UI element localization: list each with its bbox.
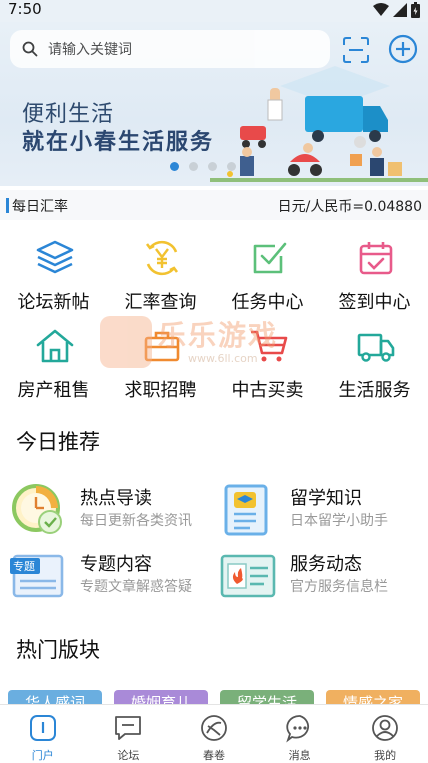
rec-item-subtitle: 官方服务信息栏 bbox=[290, 579, 388, 595]
exchange-value: 日元/人民币=0.04880 bbox=[277, 199, 422, 215]
tab-messages[interactable]: 消息 bbox=[257, 705, 343, 763]
tab-forum[interactable]: 论坛 bbox=[86, 705, 172, 763]
message-icon bbox=[285, 715, 309, 743]
rec-item-title: 留学知识 bbox=[290, 488, 362, 509]
add-icon[interactable] bbox=[388, 34, 418, 64]
tab-label: 我的 bbox=[374, 749, 397, 762]
grid-item-label: 任务中心 bbox=[231, 292, 304, 313]
tab-profile[interactable]: 我的 bbox=[342, 705, 428, 763]
tab-chunjuan[interactable]: 春卷 bbox=[171, 705, 257, 763]
battery-icon bbox=[411, 2, 420, 18]
hot-block[interactable]: 华人感词 bbox=[8, 690, 102, 704]
grid-item-real-estate[interactable]: 房产租售 bbox=[0, 320, 107, 408]
rec-item-subtitle: 专题文章解惑答疑 bbox=[80, 579, 192, 595]
grid-item-label: 签到中心 bbox=[338, 292, 411, 313]
checkbox-icon bbox=[253, 242, 287, 274]
rec-item-hot-reading[interactable]: 热点导读 每日更新各类资讯 bbox=[10, 482, 220, 542]
grid-item-label: 汇率查询 bbox=[124, 292, 197, 313]
tab-portal[interactable]: 门户 bbox=[0, 705, 86, 763]
rec-item-title: 专题内容 bbox=[80, 554, 152, 575]
signal-icon bbox=[393, 3, 407, 17]
grid-item-life-services[interactable]: 生活服务 bbox=[321, 320, 428, 408]
watermark: 乐乐游戏 www.6ll.com bbox=[100, 312, 300, 374]
wifi-icon bbox=[373, 3, 389, 16]
tab-label: 论坛 bbox=[117, 749, 140, 762]
hot-block[interactable]: 情感之家 bbox=[326, 690, 420, 704]
rec-item-title: 服务动态 bbox=[290, 554, 362, 575]
status-bar: 7:50 bbox=[0, 0, 428, 22]
watermark-text: 乐乐游戏 bbox=[158, 319, 279, 352]
layers-icon bbox=[36, 240, 74, 274]
bottom-tab-bar: 门户 论坛 春卷 消息 我的 bbox=[0, 704, 428, 763]
grid-item-exchange-query[interactable]: 汇率查询 bbox=[107, 232, 214, 320]
forum-icon bbox=[115, 716, 142, 740]
truck-icon bbox=[357, 333, 395, 362]
topic-doc-icon: 专题 bbox=[10, 554, 64, 598]
carousel-dot[interactable] bbox=[170, 162, 179, 171]
tab-label: 春卷 bbox=[202, 749, 225, 762]
grid-item-task-center[interactable]: 任务中心 bbox=[214, 232, 321, 320]
hot-block[interactable]: 婚姻育儿 bbox=[114, 690, 208, 704]
exchange-rate-bar[interactable]: 每日汇率 日元/人民币=0.04880 bbox=[0, 190, 428, 220]
section-marker bbox=[6, 198, 9, 213]
tab-label: 消息 bbox=[288, 749, 311, 762]
rec-item-subtitle: 每日更新各类资讯 bbox=[80, 513, 192, 529]
carousel-dot[interactable] bbox=[227, 162, 236, 171]
hot-section-title: 热门版块 bbox=[16, 638, 100, 662]
watermark-logo bbox=[100, 316, 152, 368]
topic-badge-text: 专题 bbox=[13, 559, 35, 573]
compass-icon bbox=[201, 715, 227, 741]
grid-item-label: 论坛新帖 bbox=[17, 292, 90, 313]
rec-item-service-news[interactable]: 服务动态 官方服务信息栏 bbox=[220, 548, 428, 608]
carousel-indicator[interactable] bbox=[170, 162, 236, 171]
hot-blocks-row: 华人感词 婚姻育儿 留学生活 情感之家 bbox=[8, 690, 428, 704]
scan-icon[interactable] bbox=[342, 36, 370, 64]
search-input[interactable]: 请输入关键词 bbox=[48, 39, 132, 59]
search-bar[interactable]: 请输入关键词 bbox=[10, 30, 330, 68]
grid-item-forum-posts[interactable]: 论坛新帖 bbox=[0, 232, 107, 320]
graduation-doc-icon bbox=[224, 484, 268, 536]
banner-area: 请输入关键词 便利生活 就在小春生活服务 bbox=[0, 22, 428, 186]
status-time: 7:50 bbox=[8, 0, 42, 18]
search-icon bbox=[22, 41, 38, 57]
portal-icon bbox=[29, 715, 56, 741]
carousel-dot[interactable] bbox=[208, 162, 217, 171]
system-icons bbox=[373, 2, 420, 18]
rec-item-title: 热点导读 bbox=[80, 488, 152, 509]
rec-item-study-abroad[interactable]: 留学知识 日本留学小助手 bbox=[220, 482, 428, 542]
banner-subtitle: 就在小春生活服务 bbox=[22, 130, 215, 155]
calendar-check-icon bbox=[359, 242, 393, 275]
grid-item-label: 中古买卖 bbox=[231, 380, 304, 401]
grid-item-label: 生活服务 bbox=[338, 380, 411, 401]
news-fire-icon bbox=[220, 554, 276, 598]
exchange-label: 每日汇率 bbox=[12, 199, 68, 215]
grid-item-label: 房产租售 bbox=[17, 380, 90, 401]
clock-check-icon bbox=[12, 484, 62, 534]
grid-item-label: 求职招聘 bbox=[124, 380, 197, 401]
tab-label: 门户 bbox=[31, 749, 54, 762]
today-section-title: 今日推荐 bbox=[16, 430, 100, 454]
carousel-dot[interactable] bbox=[189, 162, 198, 171]
watermark-url: www.6ll.com bbox=[188, 352, 258, 365]
house-icon bbox=[36, 329, 74, 363]
rec-item-topics[interactable]: 专题 专题内容 专题文章解惑答疑 bbox=[10, 548, 220, 608]
yen-exchange-icon bbox=[145, 240, 179, 276]
hot-block[interactable]: 留学生活 bbox=[220, 690, 314, 704]
grid-item-checkin-center[interactable]: 签到中心 bbox=[321, 232, 428, 320]
profile-icon bbox=[372, 715, 399, 741]
banner-illustration[interactable] bbox=[210, 66, 428, 186]
rec-item-subtitle: 日本留学小助手 bbox=[290, 513, 388, 529]
